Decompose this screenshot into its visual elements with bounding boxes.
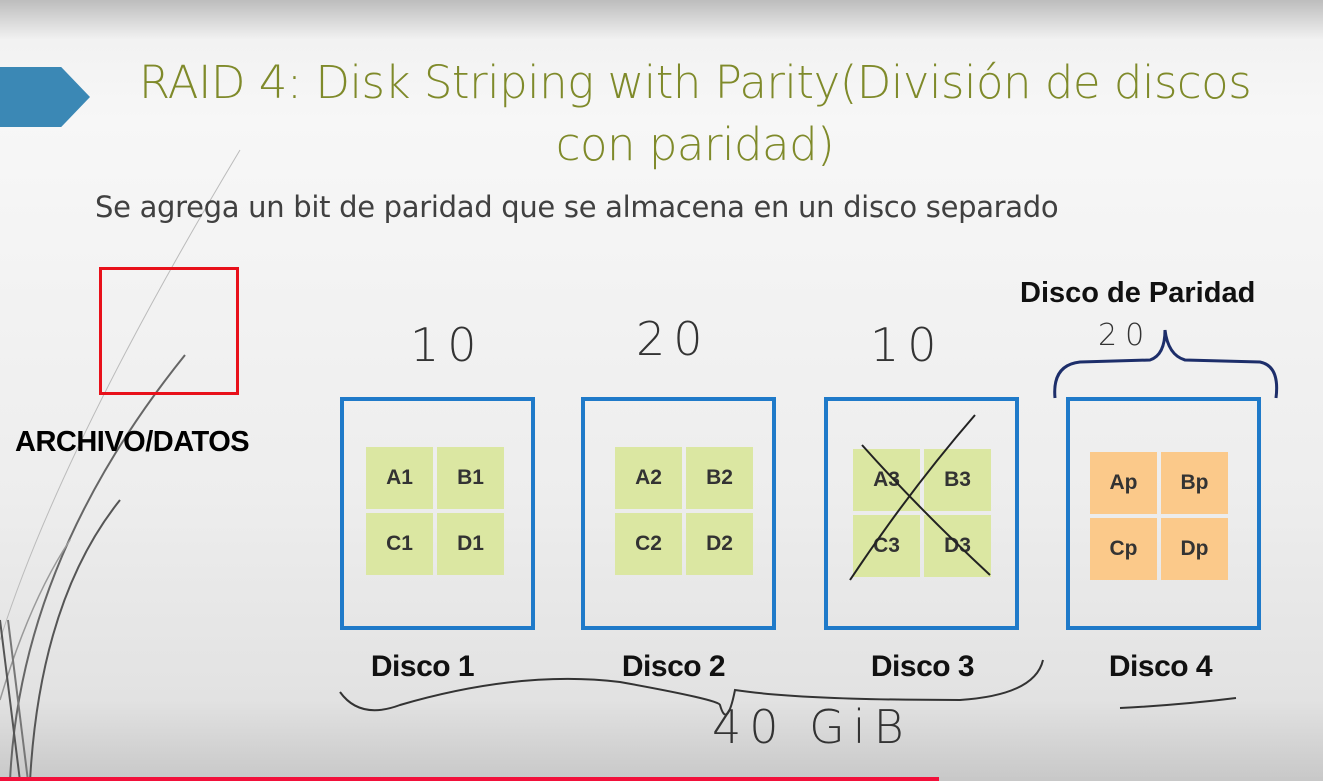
disk-4-label: Disco 4 <box>1108 650 1213 683</box>
parity-disk-label: Disco de Paridad <box>1020 277 1256 309</box>
parity-block: Bp <box>1161 452 1228 514</box>
data-block: B2 <box>686 447 753 509</box>
parity-block: Dp <box>1161 518 1228 580</box>
handwritten-total: 40 GiB <box>712 700 912 754</box>
disk-1-label: Disco 1 <box>370 650 475 683</box>
handwritten-annotation-disk1: 10 <box>410 318 485 372</box>
handwritten-annotation-disk3: 10 <box>870 318 945 372</box>
file-box <box>99 267 239 395</box>
data-block: C3 <box>853 515 920 577</box>
data-block: D3 <box>924 515 991 577</box>
file-label: ARCHIVO/DATOS <box>15 426 250 458</box>
disk-1: A1 B1 C1 D1 <box>340 397 535 630</box>
data-block: D2 <box>686 513 753 575</box>
video-progress-bar[interactable] <box>0 777 1323 781</box>
disk-3: A3 B3 C3 D3 <box>824 397 1019 630</box>
title-arrow-icon <box>0 67 90 127</box>
data-block: C1 <box>366 513 433 575</box>
data-block: B1 <box>437 447 504 509</box>
data-block: D1 <box>437 513 504 575</box>
video-progress-fill <box>0 777 940 781</box>
disk-2: A2 B2 C2 D2 <box>581 397 776 630</box>
data-block: A1 <box>366 447 433 509</box>
data-block: B3 <box>924 449 991 511</box>
parity-block: Ap <box>1090 452 1157 514</box>
parity-block: Cp <box>1090 518 1157 580</box>
data-block: A2 <box>615 447 682 509</box>
data-block: C2 <box>615 513 682 575</box>
slide-subtitle: Se agrega un bit de paridad que se almac… <box>95 190 1059 224</box>
disk-4-parity: Ap Bp Cp Dp <box>1066 397 1261 630</box>
disk-2-label: Disco 2 <box>621 650 726 683</box>
handwritten-annotation-disk2: 20 <box>636 312 711 366</box>
disk-3-label: Disco 3 <box>870 650 975 683</box>
handwritten-annotation-disk4: 20 <box>1098 318 1153 353</box>
slide-title: RAID 4: Disk Striping with Parity(Divisi… <box>138 56 1252 171</box>
data-block: A3 <box>853 449 920 511</box>
